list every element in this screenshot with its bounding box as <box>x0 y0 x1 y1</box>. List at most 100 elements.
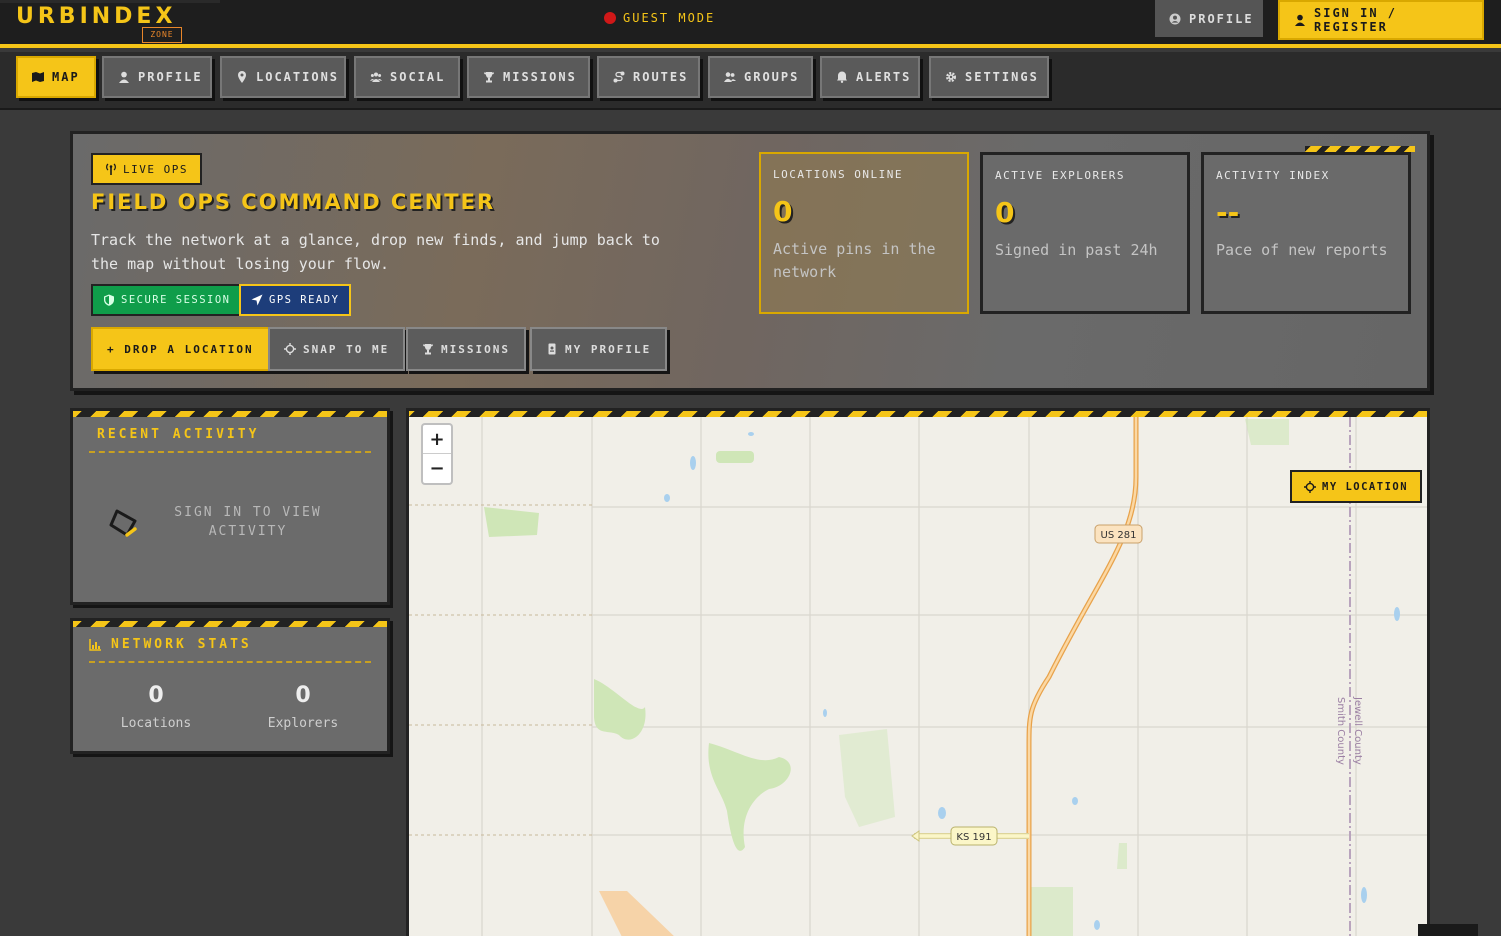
ks191-label-text: KS 191 <box>956 832 991 843</box>
divider <box>89 451 371 453</box>
map-container[interactable]: US 281 KS 191 Smith County Jewell County… <box>406 408 1430 936</box>
stat-label: ACTIVE EXPLORERS <box>995 169 1125 182</box>
stat-value: 0 <box>995 196 1015 229</box>
gps-ready-badge: GPS READY <box>239 284 352 316</box>
nav-settings[interactable]: SETTINGS <box>929 56 1049 98</box>
hero-missions-button[interactable]: MISSIONS <box>406 327 526 371</box>
nav-locations-label: LOCATIONS <box>256 70 340 84</box>
smith-county-label: Smith County <box>1335 697 1346 765</box>
nav-profile[interactable]: PROFILE <box>102 56 212 98</box>
snap-to-me-button[interactable]: SNAP TO ME <box>268 327 406 371</box>
gps-ready-label: GPS READY <box>269 294 340 306</box>
empty-state-message: SIGN IN TO VIEW ACTIVITY <box>174 505 322 539</box>
my-location-label: MY LOCATION <box>1322 480 1409 493</box>
map-canvas[interactable]: US 281 KS 191 Smith County Jewell County <box>409 417 1427 936</box>
hero-title: FIELD OPS COMMAND CENTER <box>91 190 496 214</box>
chart-icon <box>89 638 101 651</box>
shield-icon <box>103 294 115 306</box>
stat-subtext: Active pins in the network <box>773 240 936 281</box>
my-location-button[interactable]: MY LOCATION <box>1290 470 1423 503</box>
drop-location-button[interactable]: + DROP A LOCATION <box>91 327 270 371</box>
stat-value: 0 <box>773 195 793 228</box>
hazard-strip <box>73 411 387 417</box>
user-circle-icon <box>1169 13 1181 25</box>
stat-explorers-value: 0 <box>295 683 311 708</box>
secure-session-badge: SECURE SESSION <box>91 284 243 316</box>
nav-routes-label: ROUTES <box>633 70 689 84</box>
crosshair-icon <box>284 343 296 355</box>
nav-alerts[interactable]: ALERTS <box>820 56 920 98</box>
recent-activity-title-text: RECENT ACTIVITY <box>97 427 260 442</box>
header-profile-button[interactable]: PROFILE <box>1155 0 1263 37</box>
live-ops-label: LIVE OPS <box>123 162 188 176</box>
guest-mode-label: GUEST MODE <box>623 11 716 25</box>
zoom-in-button[interactable]: + <box>423 425 451 454</box>
stat-explorers: 0 Explorers <box>243 683 363 731</box>
logo-zone-tag: ZONE <box>142 27 182 43</box>
nav-locations[interactable]: LOCATIONS <box>220 56 346 98</box>
id-badge-icon <box>546 343 558 355</box>
command-center-hero: LIVE OPS FIELD OPS COMMAND CENTER Track … <box>70 131 1430 391</box>
stat-locations-value: 0 <box>148 683 164 708</box>
network-stats-title: NETWORK STATS <box>89 637 252 652</box>
nav-missions-label: MISSIONS <box>503 70 577 84</box>
route-icon <box>613 71 625 83</box>
nav-groups-label: GROUPS <box>744 70 800 84</box>
guest-mode-indicator: GUEST MODE <box>604 11 715 25</box>
nav-map-label: MAP <box>52 70 80 84</box>
nav-social[interactable]: SOCIAL <box>354 56 460 98</box>
status-dot-icon <box>604 12 616 24</box>
lock-empty-state-icon <box>109 509 137 537</box>
sign-in-button[interactable]: SIGN IN / REGISTER <box>1278 0 1484 40</box>
sign-in-label: SIGN IN / REGISTER <box>1314 6 1398 34</box>
us281-label-text: US 281 <box>1101 530 1137 541</box>
stat-card-locations-online: LOCATIONS ONLINE 0 Active pins in the ne… <box>759 152 969 314</box>
bell-icon <box>836 71 848 83</box>
stat-locations-label: Locations <box>120 716 192 731</box>
trophy-icon <box>422 343 434 355</box>
nav-social-label: SOCIAL <box>390 70 446 84</box>
my-profile-button[interactable]: MY PROFILE <box>530 327 668 371</box>
nav-routes[interactable]: ROUTES <box>597 56 700 98</box>
hazard-strip <box>409 411 1427 417</box>
jewell-county-label: Jewell County <box>1352 696 1363 765</box>
stat-label: ACTIVITY INDEX <box>1216 169 1330 182</box>
users-icon <box>370 71 382 83</box>
header-profile-label: PROFILE <box>1189 11 1254 26</box>
main-nav: MAP PROFILE LOCATIONS SOCIAL MISSIONS RO… <box>0 52 1501 110</box>
user-icon <box>1294 14 1306 26</box>
nav-groups[interactable]: GROUPS <box>708 56 813 98</box>
user-icon <box>118 71 130 83</box>
broadcast-icon <box>105 163 117 175</box>
hazard-strip <box>73 621 387 627</box>
map-label-us281: US 281 <box>1094 524 1143 544</box>
recent-activity-title: RECENT ACTIVITY <box>97 427 259 442</box>
pin-icon <box>236 71 248 83</box>
snap-to-me-label: SNAP TO ME <box>303 342 390 356</box>
stat-subtext: Signed in past 24h <box>995 241 1158 259</box>
stat-card-active-explorers: ACTIVE EXPLORERS 0 Signed in past 24h <box>980 152 1190 314</box>
nav-alerts-label: ALERTS <box>856 70 912 84</box>
nav-missions[interactable]: MISSIONS <box>467 56 590 98</box>
stat-locations: 0 Locations <box>96 683 216 731</box>
stat-subtext: Pace of new reports <box>1216 241 1388 259</box>
stat-explorers-label: Explorers <box>267 716 339 731</box>
map-icon <box>32 71 44 83</box>
top-header: URBINDEX ZONE GUEST MODE PROFILE SIGN IN… <box>0 0 1501 48</box>
nav-map[interactable]: MAP <box>16 56 96 98</box>
live-ops-badge: LIVE OPS <box>91 153 202 185</box>
recent-activity-panel: RECENT ACTIVITY SIGN IN TO VIEW ACTIVITY <box>70 408 390 605</box>
stat-card-activity-index: ACTIVITY INDEX -- Pace of new reports <box>1201 152 1411 314</box>
app-logo[interactable]: URBINDEX <box>16 4 176 29</box>
gear-icon <box>945 71 957 83</box>
network-stats-title-text: NETWORK STATS <box>111 637 252 652</box>
debug-corner-tag <box>1418 924 1478 936</box>
zoom-out-button[interactable]: − <box>423 454 451 483</box>
network-stats-panel: NETWORK STATS 0 Locations 0 Explorers <box>70 618 390 754</box>
group-icon <box>724 71 736 83</box>
divider <box>89 661 371 663</box>
stat-label: LOCATIONS ONLINE <box>773 168 903 181</box>
logo-accent-strip <box>0 0 220 3</box>
map-label-ks191: KS 191 <box>950 826 998 846</box>
nav-settings-label: SETTINGS <box>965 70 1039 84</box>
